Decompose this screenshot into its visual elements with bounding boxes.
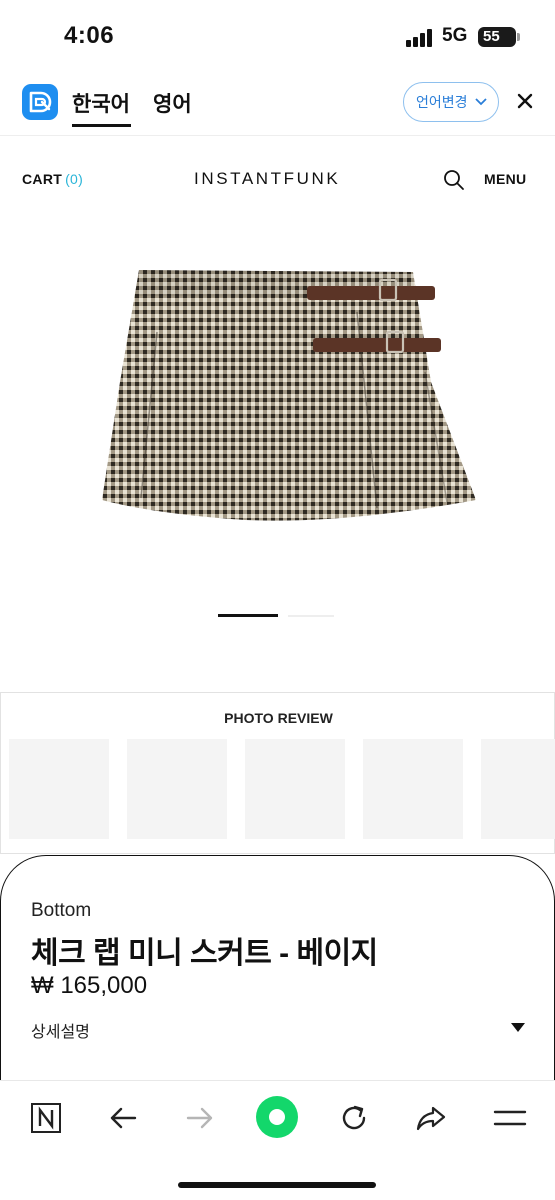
brand-logo[interactable]: INSTANTFUNK xyxy=(194,169,340,189)
language-tab-english[interactable]: 영어 xyxy=(153,88,192,118)
translate-bar: 한국어 영어 언어변경 xyxy=(0,70,555,136)
share-icon[interactable] xyxy=(413,1100,449,1136)
back-arrow-icon[interactable] xyxy=(105,1100,141,1136)
cart-link[interactable]: CART (0) xyxy=(22,171,83,187)
change-language-label: 언어변경 xyxy=(416,94,468,110)
naver-n-icon[interactable] xyxy=(28,1100,64,1136)
carousel-indicator-inactive xyxy=(288,615,334,617)
site-header: CART (0) INSTANTFUNK MENU xyxy=(0,136,555,220)
language-tab-korean[interactable]: 한국어 xyxy=(72,88,130,118)
product-info-panel: Bottom 체크 랩 미니 스커트 - 베이지 ₩ 165,000 상세설명 xyxy=(0,855,555,1085)
image-carousel-indicator[interactable] xyxy=(218,614,338,618)
description-toggle-label[interactable]: 상세설명 xyxy=(31,1018,90,1042)
forward-arrow-icon[interactable] xyxy=(182,1100,218,1136)
review-thumbnail[interactable] xyxy=(245,739,345,839)
home-indicator[interactable] xyxy=(178,1182,376,1188)
green-dot-home-icon[interactable] xyxy=(255,1095,299,1139)
menu-button[interactable]: MENU xyxy=(484,171,526,187)
carousel-indicator-active xyxy=(218,614,278,617)
product-category: Bottom xyxy=(31,900,92,921)
battery-icon: 55 xyxy=(478,27,520,47)
photo-review-section: PHOTO REVIEW xyxy=(0,692,555,854)
reload-icon[interactable] xyxy=(336,1100,372,1136)
product-image[interactable] xyxy=(95,262,485,530)
battery-level: 55 xyxy=(483,28,500,45)
review-thumbnail[interactable] xyxy=(9,739,109,839)
caret-down-icon[interactable] xyxy=(511,1023,525,1033)
photo-review-thumbnails[interactable] xyxy=(9,739,555,839)
change-language-button[interactable]: 언어변경 xyxy=(403,82,499,122)
browser-toolbar xyxy=(0,1080,555,1200)
status-bar: 4:06 5G 55 xyxy=(0,0,555,70)
review-thumbnail[interactable] xyxy=(481,739,555,839)
cart-label: CART xyxy=(22,171,63,187)
search-icon[interactable] xyxy=(443,169,465,191)
review-thumbnail[interactable] xyxy=(127,739,227,839)
product-price: ₩ 165,000 xyxy=(31,972,148,999)
review-thumbnail[interactable] xyxy=(363,739,463,839)
hamburger-menu-icon[interactable] xyxy=(492,1100,528,1136)
chevron-down-icon xyxy=(475,98,487,106)
photo-review-title: PHOTO REVIEW xyxy=(224,710,333,726)
signal-strength-icon xyxy=(406,29,436,47)
network-type: 5G xyxy=(442,25,468,46)
cart-count: (0) xyxy=(65,171,84,187)
status-time: 4:06 xyxy=(64,22,115,49)
active-language-underline xyxy=(72,124,131,127)
close-icon[interactable] xyxy=(516,92,534,110)
translator-logo-icon[interactable] xyxy=(22,84,58,120)
product-title: 체크 랩 미니 스커트 - 베이지 xyxy=(31,937,378,970)
